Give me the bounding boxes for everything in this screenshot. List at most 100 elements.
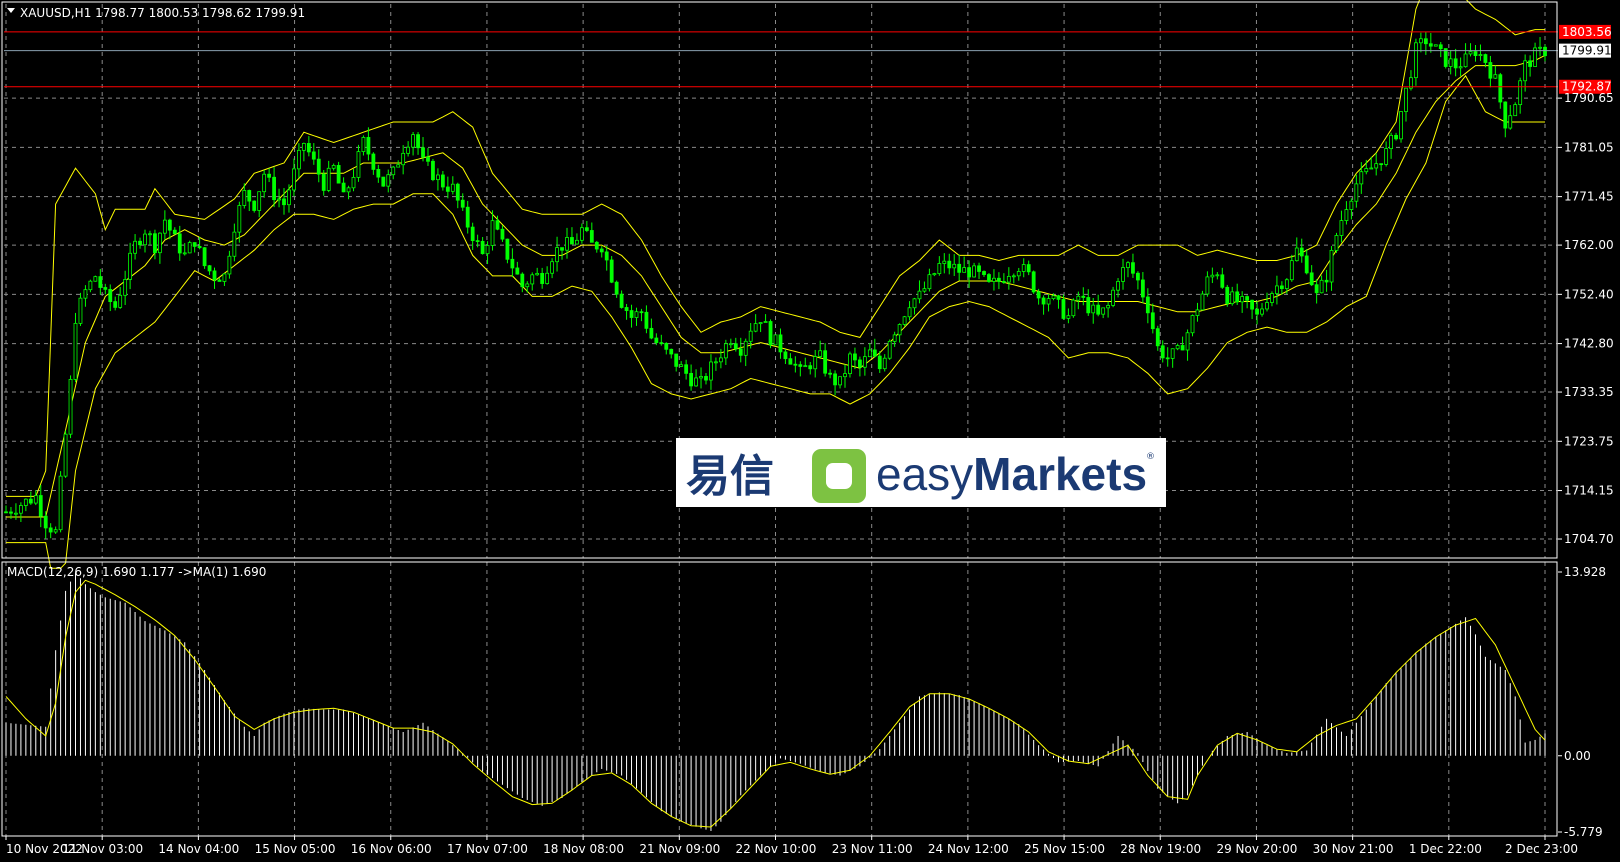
candle-body [138,240,142,246]
x-tick-label: 17 Nov 07:00 [447,842,528,856]
candle-body [167,219,172,231]
candle-body [282,198,286,206]
candle-body [912,298,917,309]
candle-body [118,294,123,308]
x-tick-label: 24 Nov 12:00 [928,842,1009,856]
candle-body [897,324,902,336]
candle-body [892,334,897,342]
candle-body [1389,134,1393,150]
symbol-header[interactable]: XAUUSD,H1 1798.77 1800.53 1798.62 1799.9… [7,6,305,20]
candle-body [565,237,569,251]
candle-body [1423,38,1428,45]
candle-body [1126,262,1130,268]
candle-body [882,357,887,370]
candle-body [798,364,803,367]
candle-body [1414,42,1418,79]
candle-body [83,289,88,299]
candle-body [440,174,445,188]
candle-body [336,165,341,184]
candle-body [28,498,33,504]
candle-body [510,258,515,269]
candle-body [237,205,242,233]
candle-body [907,307,912,318]
candle-body [1150,312,1155,330]
candle-body [917,290,922,300]
candle-body [560,247,564,251]
candle-body [48,527,53,533]
price-level-label: 1803.56 [1562,25,1612,39]
candle-body [1051,295,1056,299]
candle-body [555,247,559,263]
candle-body [1001,281,1006,283]
candle-body [247,190,252,202]
candle-body [932,273,937,276]
candle-body [704,376,708,381]
x-tick-label: 23 Nov 11:00 [832,842,913,856]
candle-body [485,245,490,255]
candle-body [1160,345,1165,359]
candle-body [386,174,391,187]
candle-body [818,350,823,357]
candle-body [714,361,718,364]
candle-body [1175,345,1180,350]
candle-body [1319,279,1324,294]
candle-body [828,372,833,375]
candle-body [143,233,147,246]
candle-body [177,233,182,254]
candle-body [594,241,599,250]
chart-canvas: 1803.561792.871799.91 1790.65 1781.05 1771… [1,0,1614,856]
candle-body [157,232,162,254]
candle-body [421,147,425,158]
macd-y-tick-label: -5.779 [1564,825,1603,839]
candle-body [153,233,157,254]
candle-body [272,176,276,201]
candle-body [550,261,554,274]
candle-body [1220,274,1225,288]
candle-body [1518,80,1523,106]
candle-body [1240,296,1245,303]
candle-body [530,274,535,285]
candle-body [287,189,291,206]
candle-body [728,343,733,346]
candle-body [1006,275,1011,283]
candle-body [23,498,28,506]
candle-body [1359,171,1364,185]
candle-body [391,166,396,176]
candle-body [1106,305,1111,309]
candle-body [902,316,907,325]
x-tick-label: 18 Nov 08:00 [543,842,624,856]
candle-body [689,372,694,387]
macd-header: MACD(12,26,9) 1.690 1.177 ->MA(1) 1.690 [7,565,266,579]
candle-body [356,151,361,178]
candle-body [813,356,818,370]
candle-body [1523,60,1528,82]
candle-body [579,227,584,241]
candle-body [4,511,8,514]
candle-body [808,365,813,370]
candle-body [937,263,942,274]
candle-body [1046,298,1051,305]
logo-english-text: easyMarkets [876,448,1147,500]
x-tick-label: 22 Nov 10:00 [736,842,817,856]
candle-body [962,267,967,273]
candle-body [867,349,872,358]
x-tick-label: 14 Nov 04:00 [158,842,239,856]
candle-body [1309,272,1314,286]
candle-body [505,238,510,260]
x-tick-label: 16 Nov 06:00 [351,842,432,856]
candle-body [1076,295,1081,301]
candle-body [1265,302,1269,310]
candle-body [1399,111,1403,140]
candle-body [73,322,78,380]
macd-y-tick-label: 13.928 [1564,565,1606,579]
dropdown-triangle-icon[interactable] [7,8,15,13]
candle-body [942,260,947,264]
y-tick-label: 1733.35 [1564,385,1614,399]
candle-body [1185,332,1190,351]
candle-body [1140,279,1145,298]
macd-panel-frame [1,561,1558,837]
candle-body [535,272,540,276]
candle-body [1279,285,1284,289]
candle-body [1493,74,1498,79]
candle-body [1091,304,1096,314]
